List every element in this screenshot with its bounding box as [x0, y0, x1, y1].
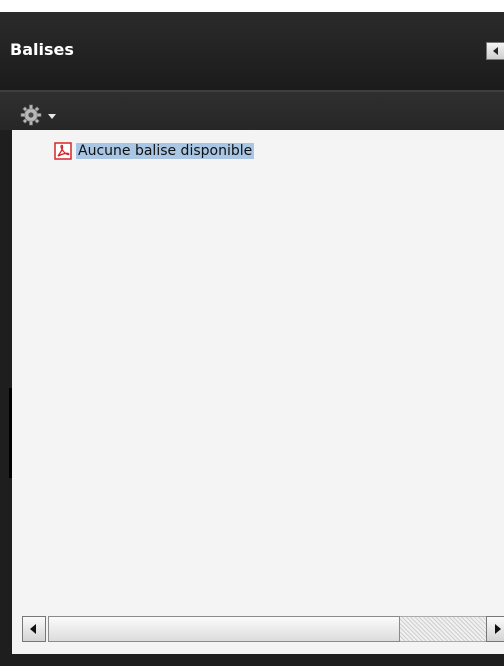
- panel-header: Balises: [0, 12, 504, 90]
- scroll-left-icon[interactable]: [22, 616, 46, 642]
- panel-left-rail: [0, 130, 12, 654]
- scroll-right-icon[interactable]: [486, 616, 504, 642]
- horizontal-scrollbar[interactable]: [12, 606, 504, 654]
- panel-title: Balises: [10, 40, 74, 59]
- tags-tree: Aucune balise disponible: [12, 130, 504, 606]
- collapse-panel-button[interactable]: [486, 42, 504, 60]
- dropdown-caret-icon[interactable]: [48, 114, 56, 119]
- scrollbar-track[interactable]: [400, 616, 486, 642]
- tree-item-label[interactable]: Aucune balise disponible: [76, 143, 255, 159]
- scrollbar-thumb[interactable]: [48, 616, 400, 642]
- pdf-document-icon: [54, 142, 72, 160]
- gear-icon[interactable]: [20, 104, 42, 126]
- tree-item[interactable]: Aucune balise disponible: [54, 140, 255, 162]
